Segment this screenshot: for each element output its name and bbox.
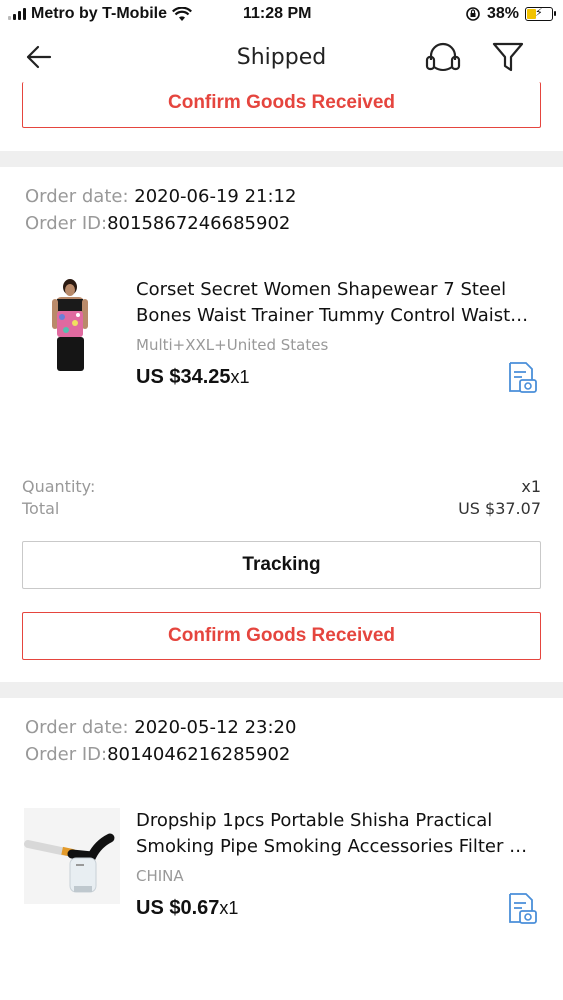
rotation-lock-icon — [466, 7, 480, 21]
section-divider — [0, 682, 563, 698]
product-title-line: Corset Secret Women Shapewear 7 Steel — [136, 279, 507, 300]
carrier-name: Metro by T-Mobile — [31, 5, 167, 22]
order-id-label: Order ID: — [25, 744, 108, 765]
product-thumbnail[interactable] — [42, 277, 98, 373]
order-date-value: 2020-05-12 23:20 — [134, 717, 297, 738]
order-id: Order ID:8015867246685902 — [25, 213, 290, 234]
price-value: US $0.67 — [136, 897, 220, 919]
status-bar: Metro by T-Mobile 11:28 PM 38% ⚡ — [0, 0, 563, 30]
tracking-button[interactable]: Tracking — [22, 541, 541, 589]
wifi-icon — [172, 6, 192, 21]
page-title: Shipped — [236, 45, 327, 70]
tracking-label: Tracking — [242, 554, 321, 575]
filter-icon[interactable] — [490, 40, 526, 74]
price-qty: x1 — [230, 367, 250, 387]
order-id-value: 8015867246685902 — [107, 213, 291, 234]
product-title[interactable]: Corset Secret Women Shapewear 7 Steel Bo… — [136, 277, 536, 329]
price-value: US $34.25 — [136, 366, 231, 388]
total-label: Total — [22, 499, 60, 518]
order-date: Order date: 2020-06-19 21:12 — [25, 186, 296, 207]
snapshot-icon[interactable] — [504, 360, 538, 394]
product-title-line: Bones Waist Trainer Tummy Control Waist… — [136, 305, 529, 326]
nav-bar: Shipped — [0, 30, 563, 86]
quantity-label: Quantity: — [22, 477, 96, 496]
quantity-value: x1 — [521, 477, 541, 496]
total-value: US $37.07 — [458, 499, 541, 518]
charging-bolt-icon: ⚡ — [535, 7, 543, 19]
order-id: Order ID:8014046216285902 — [25, 744, 290, 765]
status-left: Metro by T-Mobile — [8, 5, 192, 23]
order-id-value: 8014046216285902 — [107, 744, 291, 765]
product-price: US $34.25x1 — [136, 366, 250, 389]
order-date-label: Order date: — [25, 717, 135, 738]
signal-icon — [8, 8, 26, 20]
confirm-goods-label: Confirm Goods Received — [168, 625, 395, 646]
product-title[interactable]: Dropship 1pcs Portable Shisha Practical … — [136, 808, 536, 860]
confirm-goods-button[interactable]: Confirm Goods Received — [22, 82, 541, 128]
confirm-goods-label: Confirm Goods Received — [168, 91, 395, 113]
order-date-label: Order date: — [25, 186, 135, 207]
status-time: 11:28 PM — [243, 5, 312, 22]
order-id-label: Order ID: — [25, 213, 108, 234]
status-right: 38% ⚡ — [465, 5, 556, 23]
order-date-value: 2020-06-19 21:12 — [134, 186, 297, 207]
snapshot-icon[interactable] — [504, 891, 538, 925]
product-title-line: Dropship 1pcs Portable Shisha Practical — [136, 810, 493, 831]
headset-icon[interactable] — [424, 40, 462, 74]
product-variant: Multi+XXL+United States — [136, 336, 329, 354]
order-date: Order date: 2020-05-12 23:20 — [25, 717, 296, 738]
section-divider — [0, 151, 563, 167]
product-title-line: Smoking Pipe Smoking Accessories Filter … — [136, 836, 536, 857]
product-thumbnail[interactable] — [24, 808, 120, 904]
product-variant: CHINA — [136, 867, 184, 885]
price-qty: x1 — [219, 898, 239, 918]
battery-percent: 38% — [486, 5, 519, 22]
confirm-goods-button[interactable]: Confirm Goods Received — [22, 612, 541, 660]
product-price: US $0.67x1 — [136, 897, 238, 920]
battery-icon: ⚡ — [525, 7, 556, 21]
